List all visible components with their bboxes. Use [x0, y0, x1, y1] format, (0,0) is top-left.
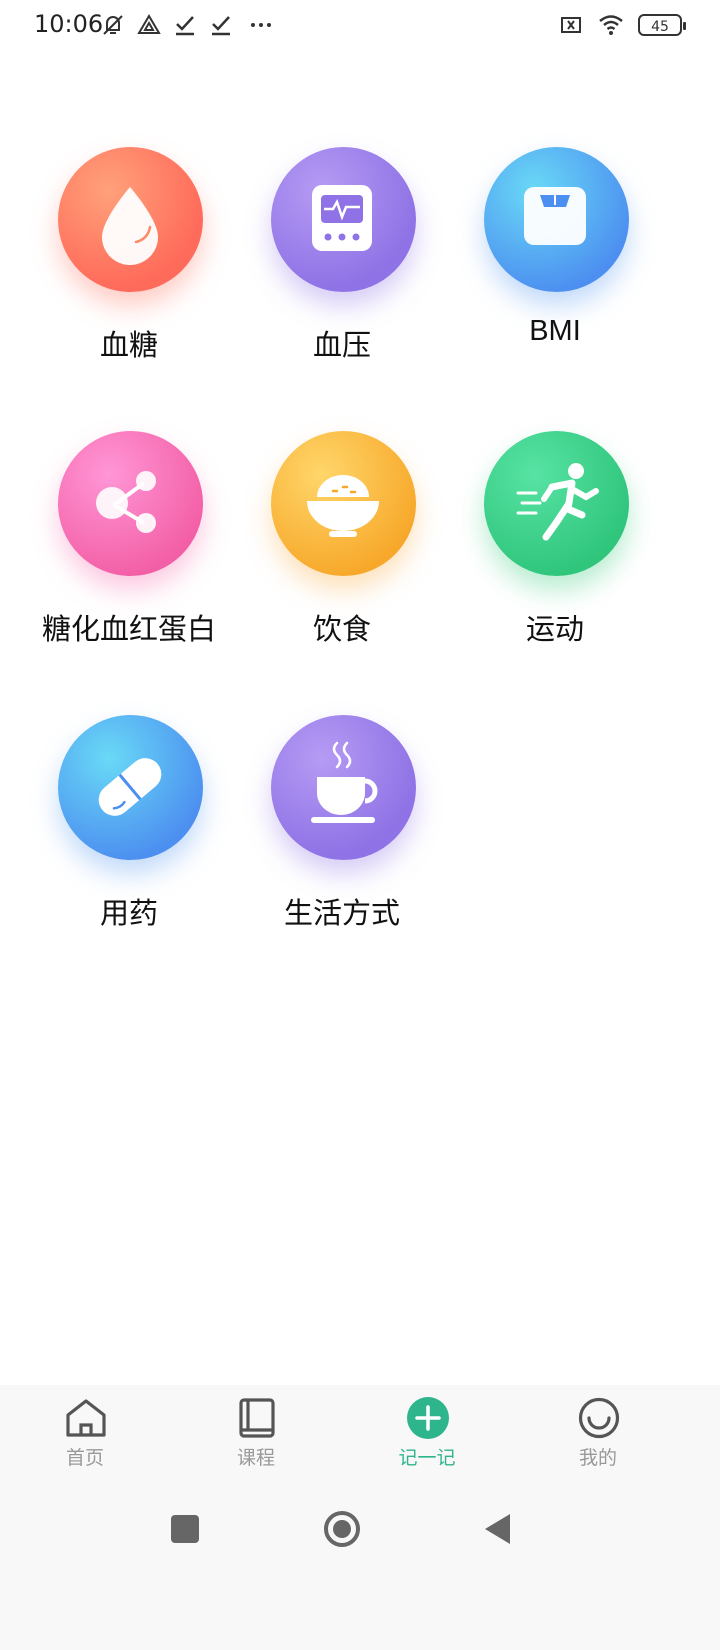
- app-icon: [137, 14, 161, 34]
- grid-item-label: 运动: [525, 612, 584, 646]
- more-dots-icon: [251, 23, 271, 27]
- molecule-icon: [58, 431, 203, 576]
- grid-item-hba1c[interactable]: 糖化血红蛋白: [19, 431, 239, 671]
- grid-item-label: 饮食: [312, 612, 371, 646]
- pill-icon: [58, 715, 203, 860]
- download-done-icon: [212, 16, 230, 36]
- grid-item-exercise[interactable]: 运动: [445, 431, 665, 671]
- status-time: 10:06: [34, 10, 104, 38]
- mute-icon: [103, 15, 123, 35]
- grid-item-lifestyle[interactable]: 生活方式: [232, 715, 452, 955]
- blood-pressure-monitor-icon: [271, 147, 416, 292]
- status-bar: 10:06 45: [0, 0, 720, 56]
- wifi-icon: [599, 15, 623, 35]
- grid-item-label: 生活方式: [283, 896, 400, 930]
- running-icon: [484, 431, 629, 576]
- tab-label: 首页: [65, 1447, 104, 1469]
- book-icon: [239, 1398, 275, 1438]
- system-nav-bar: [0, 1485, 720, 1650]
- tab-record[interactable]: 记一记: [367, 1385, 487, 1485]
- grid-item-label: 用药: [99, 896, 158, 930]
- tab-courses[interactable]: 课程: [196, 1385, 316, 1485]
- add-circle-icon: [407, 1397, 449, 1439]
- back-icon[interactable]: [474, 1505, 522, 1553]
- grid-item-blood-glucose[interactable]: 血糖: [19, 147, 239, 387]
- recents-icon[interactable]: [161, 1505, 209, 1553]
- tab-mine[interactable]: 我的: [538, 1385, 658, 1485]
- grid-item-bmi[interactable]: BMI: [445, 147, 665, 387]
- bottom-tab-bar: 首页 课程 记一记 我的: [0, 1385, 720, 1485]
- sim-off-icon: [561, 17, 581, 33]
- coffee-cup-icon: [271, 715, 416, 860]
- home-circle-icon[interactable]: [318, 1505, 366, 1553]
- smile-icon: [578, 1397, 620, 1439]
- status-left-icons: [100, 12, 278, 38]
- scale-icon: [484, 147, 629, 292]
- tab-label: 我的: [578, 1447, 617, 1469]
- rice-bowl-icon: [271, 431, 416, 576]
- grid-item-label: BMI: [529, 315, 581, 347]
- blood-drop-icon: [58, 147, 203, 292]
- download-done-icon: [176, 16, 194, 36]
- tab-home[interactable]: 首页: [25, 1385, 145, 1485]
- tab-label: 课程: [236, 1447, 275, 1469]
- grid-item-label: 血糖: [99, 328, 158, 362]
- grid-item-blood-pressure[interactable]: 血压: [232, 147, 452, 387]
- home-icon: [66, 1399, 106, 1437]
- grid-item-label: 糖化血红蛋白: [41, 612, 216, 646]
- battery-icon: 45: [638, 14, 686, 36]
- status-right-icons: 45: [558, 12, 686, 38]
- tab-label: 记一记: [398, 1447, 456, 1469]
- grid-item-medication[interactable]: 用药: [19, 715, 239, 955]
- grid-item-label: 血压: [312, 328, 371, 362]
- grid-item-diet[interactable]: 饮食: [232, 431, 452, 671]
